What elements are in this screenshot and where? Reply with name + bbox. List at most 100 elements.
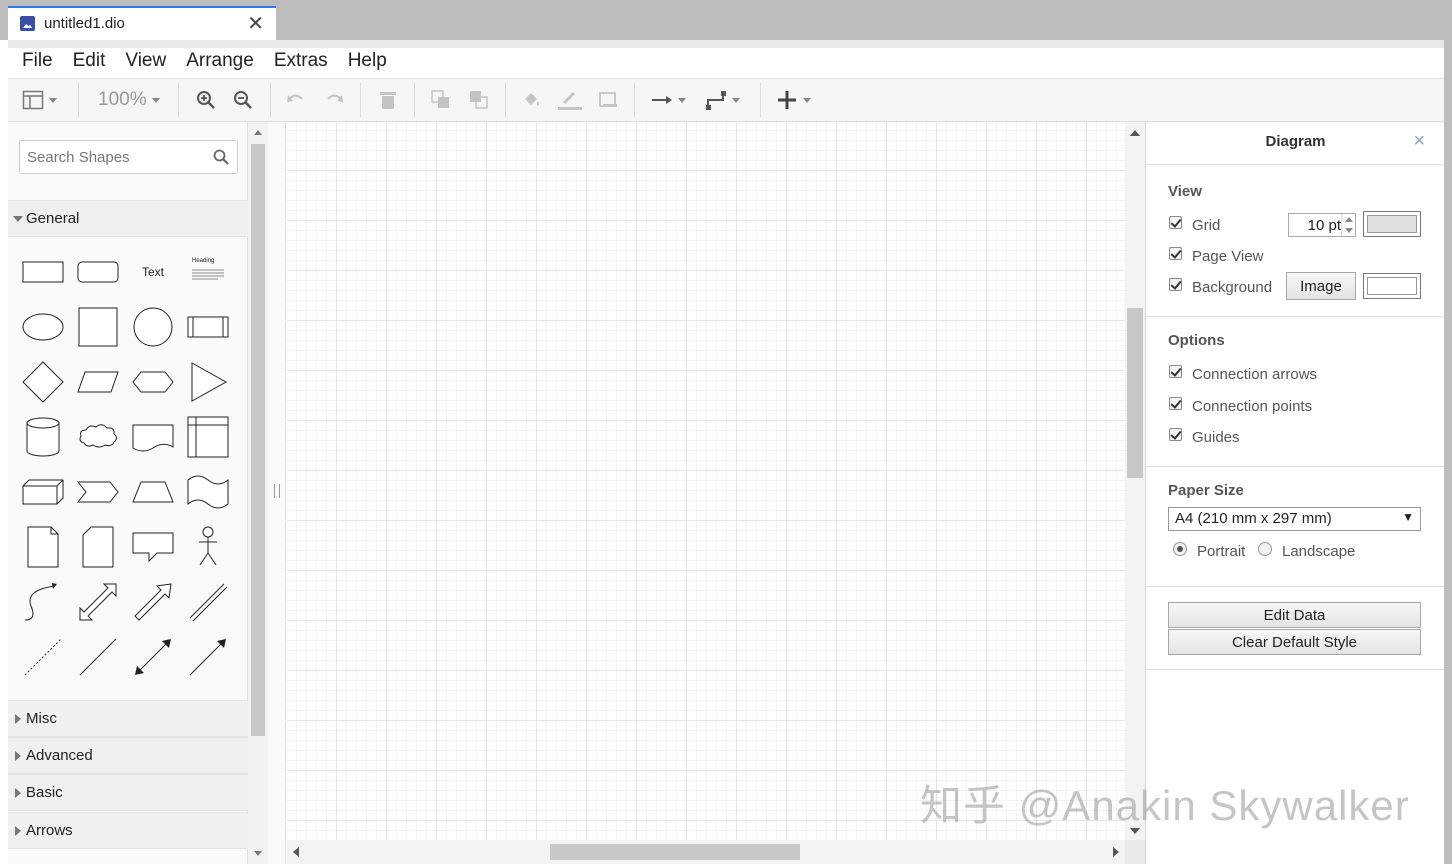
diagram-canvas[interactable] xyxy=(287,122,1125,840)
connection-style-button[interactable] xyxy=(651,79,686,121)
shape-note[interactable] xyxy=(17,521,69,573)
shape-cloud[interactable] xyxy=(72,411,124,463)
sidebar-splitter[interactable] xyxy=(268,122,286,864)
landscape-radio[interactable] xyxy=(1258,542,1272,556)
page-view-checkbox[interactable] xyxy=(1169,247,1182,260)
shape-actor[interactable] xyxy=(182,521,234,573)
portrait-radio[interactable] xyxy=(1173,542,1187,556)
section-general[interactable]: General xyxy=(8,200,248,237)
to-back-button[interactable] xyxy=(468,79,490,121)
undo-button[interactable] xyxy=(285,79,307,121)
scroll-left-icon[interactable] xyxy=(293,847,299,857)
grid-checkbox[interactable] xyxy=(1169,216,1182,229)
shape-cylinder[interactable] xyxy=(17,411,69,463)
waypoints-button[interactable] xyxy=(705,79,740,121)
grid-size-input[interactable] xyxy=(1293,216,1341,234)
section-arrows-label: Arrows xyxy=(26,822,73,839)
shape-line[interactable] xyxy=(72,631,124,683)
section-arrows[interactable]: Arrows xyxy=(8,812,248,849)
search-icon[interactable] xyxy=(213,149,229,165)
menu-file[interactable]: File xyxy=(22,50,53,72)
insert-icon xyxy=(778,91,796,109)
shape-diamond[interactable] xyxy=(17,356,69,408)
shape-curve-arrow[interactable] xyxy=(17,576,69,628)
format-panel-button[interactable] xyxy=(22,79,57,121)
background-checkbox[interactable] xyxy=(1169,278,1182,291)
connection-arrows-checkbox[interactable] xyxy=(1169,365,1182,378)
section-advanced[interactable]: Advanced xyxy=(8,737,248,774)
shadow-button[interactable] xyxy=(598,79,620,121)
shape-triangle[interactable] xyxy=(182,356,234,408)
shape-rectangle[interactable] xyxy=(17,246,69,298)
shape-trapezoid[interactable] xyxy=(127,466,179,518)
shape-link[interactable] xyxy=(182,576,234,628)
shape-cube[interactable] xyxy=(17,466,69,518)
canvas-horizontal-scrollbar[interactable] xyxy=(287,840,1125,864)
grid-color-swatch[interactable] xyxy=(1363,211,1421,237)
edit-data-button[interactable]: Edit Data xyxy=(1168,602,1421,628)
shape-ellipse[interactable] xyxy=(17,301,69,353)
section-basic[interactable]: Basic xyxy=(8,774,248,811)
background-color-swatch[interactable] xyxy=(1363,273,1421,299)
insert-button[interactable] xyxy=(776,79,811,121)
stepper-arrows-icon[interactable] xyxy=(1341,214,1355,236)
guides-checkbox[interactable] xyxy=(1169,428,1182,441)
scroll-right-icon[interactable] xyxy=(1113,847,1119,857)
menu-help[interactable]: Help xyxy=(348,50,387,72)
connection-arrows-label: Connection arrows xyxy=(1192,366,1318,383)
menu-edit[interactable]: Edit xyxy=(73,50,106,72)
scroll-up-icon[interactable] xyxy=(1130,130,1140,136)
shape-step[interactable] xyxy=(72,466,124,518)
shape-tape[interactable] xyxy=(182,466,234,518)
canvas-vscroll-thumb[interactable] xyxy=(1127,308,1143,478)
shape-callout[interactable] xyxy=(127,521,179,573)
shape-directional-connector[interactable] xyxy=(182,631,234,683)
shape-circle[interactable] xyxy=(127,301,179,353)
shape-arrow[interactable] xyxy=(127,576,179,628)
menu-arrange[interactable]: Arrange xyxy=(186,50,254,72)
document-tab[interactable]: untitled1.dio ✕ xyxy=(8,6,276,40)
sidebar-scrollbar[interactable] xyxy=(248,122,268,864)
scroll-up-icon[interactable] xyxy=(254,130,262,135)
zoom-select[interactable]: 100% xyxy=(98,79,160,121)
shape-card[interactable] xyxy=(72,521,124,573)
shape-hexagon[interactable] xyxy=(127,356,179,408)
chevron-right-icon xyxy=(15,826,21,836)
section-misc[interactable]: Misc xyxy=(8,700,248,737)
to-front-button[interactable] xyxy=(430,79,452,121)
zoom-out-button[interactable] xyxy=(232,79,254,121)
canvas-vertical-scrollbar[interactable] xyxy=(1125,122,1145,840)
sidebar-scroll-thumb[interactable] xyxy=(251,144,265,736)
clear-default-style-button[interactable]: Clear Default Style xyxy=(1168,629,1421,655)
background-image-button[interactable]: Image xyxy=(1286,272,1356,300)
redo-button[interactable] xyxy=(323,79,345,121)
line-color-button[interactable] xyxy=(557,79,583,121)
section-general-label: General xyxy=(26,210,80,227)
shape-internal-storage[interactable] xyxy=(182,411,234,463)
menu-extras[interactable]: Extras xyxy=(274,50,328,72)
shape-parallelogram[interactable] xyxy=(72,356,124,408)
shape-rounded-rectangle[interactable] xyxy=(72,246,124,298)
chevron-down-icon xyxy=(732,97,740,103)
delete-button[interactable] xyxy=(377,79,399,121)
close-tab-icon[interactable]: ✕ xyxy=(247,11,264,36)
shape-document[interactable] xyxy=(127,411,179,463)
shape-square[interactable] xyxy=(72,301,124,353)
shape-textbox[interactable]: Heading xyxy=(182,246,234,298)
search-input[interactable] xyxy=(27,147,207,167)
zoom-in-button[interactable] xyxy=(195,79,217,121)
close-panel-icon[interactable]: × xyxy=(1413,130,1425,153)
menu-view[interactable]: View xyxy=(125,50,166,72)
paper-size-select[interactable]: A4 (210 mm x 297 mm) ▼ xyxy=(1168,507,1421,531)
shape-dashed-line[interactable] xyxy=(17,631,69,683)
shape-bidirectional-connector[interactable] xyxy=(127,631,179,683)
canvas-hscroll-thumb[interactable] xyxy=(550,844,800,860)
shape-double-arrow[interactable] xyxy=(72,576,124,628)
scroll-down-icon[interactable] xyxy=(254,851,262,856)
shape-process[interactable] xyxy=(182,301,234,353)
connection-points-checkbox[interactable] xyxy=(1169,397,1182,410)
shape-text[interactable]: Text xyxy=(127,246,179,298)
splitter-grip-icon[interactable] xyxy=(274,484,280,498)
fill-color-button[interactable] xyxy=(521,79,543,121)
grid-size-stepper[interactable] xyxy=(1288,213,1356,237)
